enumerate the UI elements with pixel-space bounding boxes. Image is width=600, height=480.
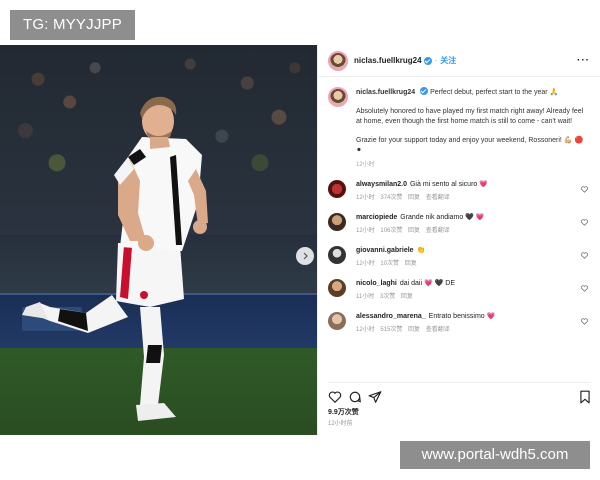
- action-bar: [328, 382, 591, 404]
- commenter-avatar[interactable]: [328, 312, 346, 330]
- commenter-username[interactable]: alessandro_marena_: [356, 313, 426, 320]
- comment-likes[interactable]: 3次赞: [380, 294, 395, 300]
- heart-icon[interactable]: [328, 390, 342, 404]
- heart-icon[interactable]: [581, 285, 588, 292]
- post-sidebar: niclas.fuellkrug24 · 关注 ··· niclas.fuell…: [317, 45, 600, 435]
- caption-paragraph-1: Absolutely honored to have played my fir…: [356, 108, 584, 125]
- commenter-username[interactable]: nicolo_laghi: [356, 280, 397, 287]
- comment-item: giovanni.gabriele 👏 12小时 10次赞 回复: [328, 246, 590, 269]
- chevron-right-icon: [303, 252, 308, 260]
- verified-icon: [420, 87, 429, 95]
- post-header: niclas.fuellkrug24 · 关注 ···: [318, 45, 600, 77]
- reply-button[interactable]: 回复: [408, 327, 420, 333]
- caption-lead: Perfect debut, perfect start to the year…: [430, 89, 559, 96]
- comment-time: 12小时: [356, 228, 375, 234]
- more-options-icon[interactable]: ···: [577, 55, 590, 66]
- likes-count[interactable]: 9.9万次赞: [328, 407, 359, 417]
- comment-time: 12小时: [356, 261, 375, 267]
- commenter-username[interactable]: marciopiede: [356, 214, 397, 221]
- instagram-post: niclas.fuellkrug24 · 关注 ··· niclas.fuell…: [0, 45, 600, 435]
- comment-item: alessandro_marena_ Entrato benissimo 💗 12…: [328, 312, 590, 335]
- reply-button[interactable]: 回复: [405, 261, 417, 267]
- translate-button[interactable]: 查看翻译: [426, 327, 450, 333]
- follow-button[interactable]: 关注: [440, 55, 456, 66]
- reply-button[interactable]: 回复: [408, 228, 420, 234]
- verified-icon: [423, 56, 432, 65]
- post-photo[interactable]: [0, 45, 317, 435]
- comment-icon[interactable]: [348, 390, 362, 404]
- comment-text: dai daii 💗 🖤 DE: [399, 280, 456, 287]
- caption-username[interactable]: niclas.fuellkrug24: [356, 89, 415, 96]
- comment-likes[interactable]: 106次赞: [380, 228, 402, 234]
- player-figure: [22, 96, 208, 421]
- comment-likes[interactable]: 374次赞: [380, 195, 402, 201]
- caption: niclas.fuellkrug24 Perfect debut, perfec…: [328, 87, 590, 170]
- commenter-avatar[interactable]: [328, 213, 346, 231]
- comment-list: alwaysmilan2.0 Già mi sento al sicuro 💗 1…: [328, 180, 590, 335]
- bookmark-icon[interactable]: [579, 390, 591, 404]
- post-time: 12小时前: [328, 421, 353, 427]
- author-username[interactable]: niclas.fuellkrug24: [354, 56, 422, 65]
- caption-time: 12小时: [356, 162, 375, 168]
- comment-item: alwaysmilan2.0 Già mi sento al sicuro 💗 1…: [328, 180, 590, 203]
- watermark: www.portal-wdh5.com: [400, 441, 590, 469]
- comment-time: 12小时: [356, 195, 375, 201]
- reply-button[interactable]: 回复: [408, 195, 420, 201]
- comment-time: 11小时: [356, 294, 375, 300]
- heart-icon[interactable]: [581, 318, 588, 325]
- commenter-avatar[interactable]: [328, 180, 346, 198]
- comment-likes[interactable]: 515次赞: [380, 327, 402, 333]
- author-avatar[interactable]: [328, 50, 348, 71]
- comment-text: 👏: [416, 247, 426, 254]
- comment-time: 12小时: [356, 327, 375, 333]
- caption-avatar[interactable]: [328, 87, 348, 107]
- commenter-avatar[interactable]: [328, 279, 346, 297]
- translate-button[interactable]: 查看翻译: [426, 195, 450, 201]
- reply-button[interactable]: 回复: [401, 294, 413, 300]
- commenter-username[interactable]: alwaysmilan2.0: [356, 181, 407, 188]
- heart-icon[interactable]: [581, 186, 588, 193]
- translate-button[interactable]: 查看翻译: [426, 228, 450, 234]
- comment-text: Grande nik andiamo 🖤 💗: [400, 214, 485, 221]
- heart-icon[interactable]: [581, 219, 588, 226]
- share-icon[interactable]: [368, 390, 382, 404]
- heart-icon[interactable]: [581, 252, 588, 259]
- comment-text: Già mi sento al sicuro 💗: [409, 181, 488, 188]
- comment-text: Entrato benissimo 💗: [428, 313, 496, 320]
- commenter-username[interactable]: giovanni.gabriele: [356, 247, 414, 254]
- tg-badge: TG: MYYJJPP: [10, 10, 135, 40]
- separator-dot: ·: [434, 56, 438, 65]
- next-photo-button[interactable]: [296, 247, 314, 265]
- caption-paragraph-2: Grazie for your support today and enjoy …: [356, 137, 584, 154]
- comment-likes[interactable]: 10次赞: [380, 261, 399, 267]
- comment-item: marciopiede Grande nik andiamo 🖤 💗 12小时 1…: [328, 213, 590, 236]
- caption-body: niclas.fuellkrug24 Perfect debut, perfec…: [356, 87, 588, 170]
- comment-item: nicolo_laghi dai daii 💗 🖤 DE 11小时 3次赞 回复: [328, 279, 590, 302]
- commenter-avatar[interactable]: [328, 246, 346, 264]
